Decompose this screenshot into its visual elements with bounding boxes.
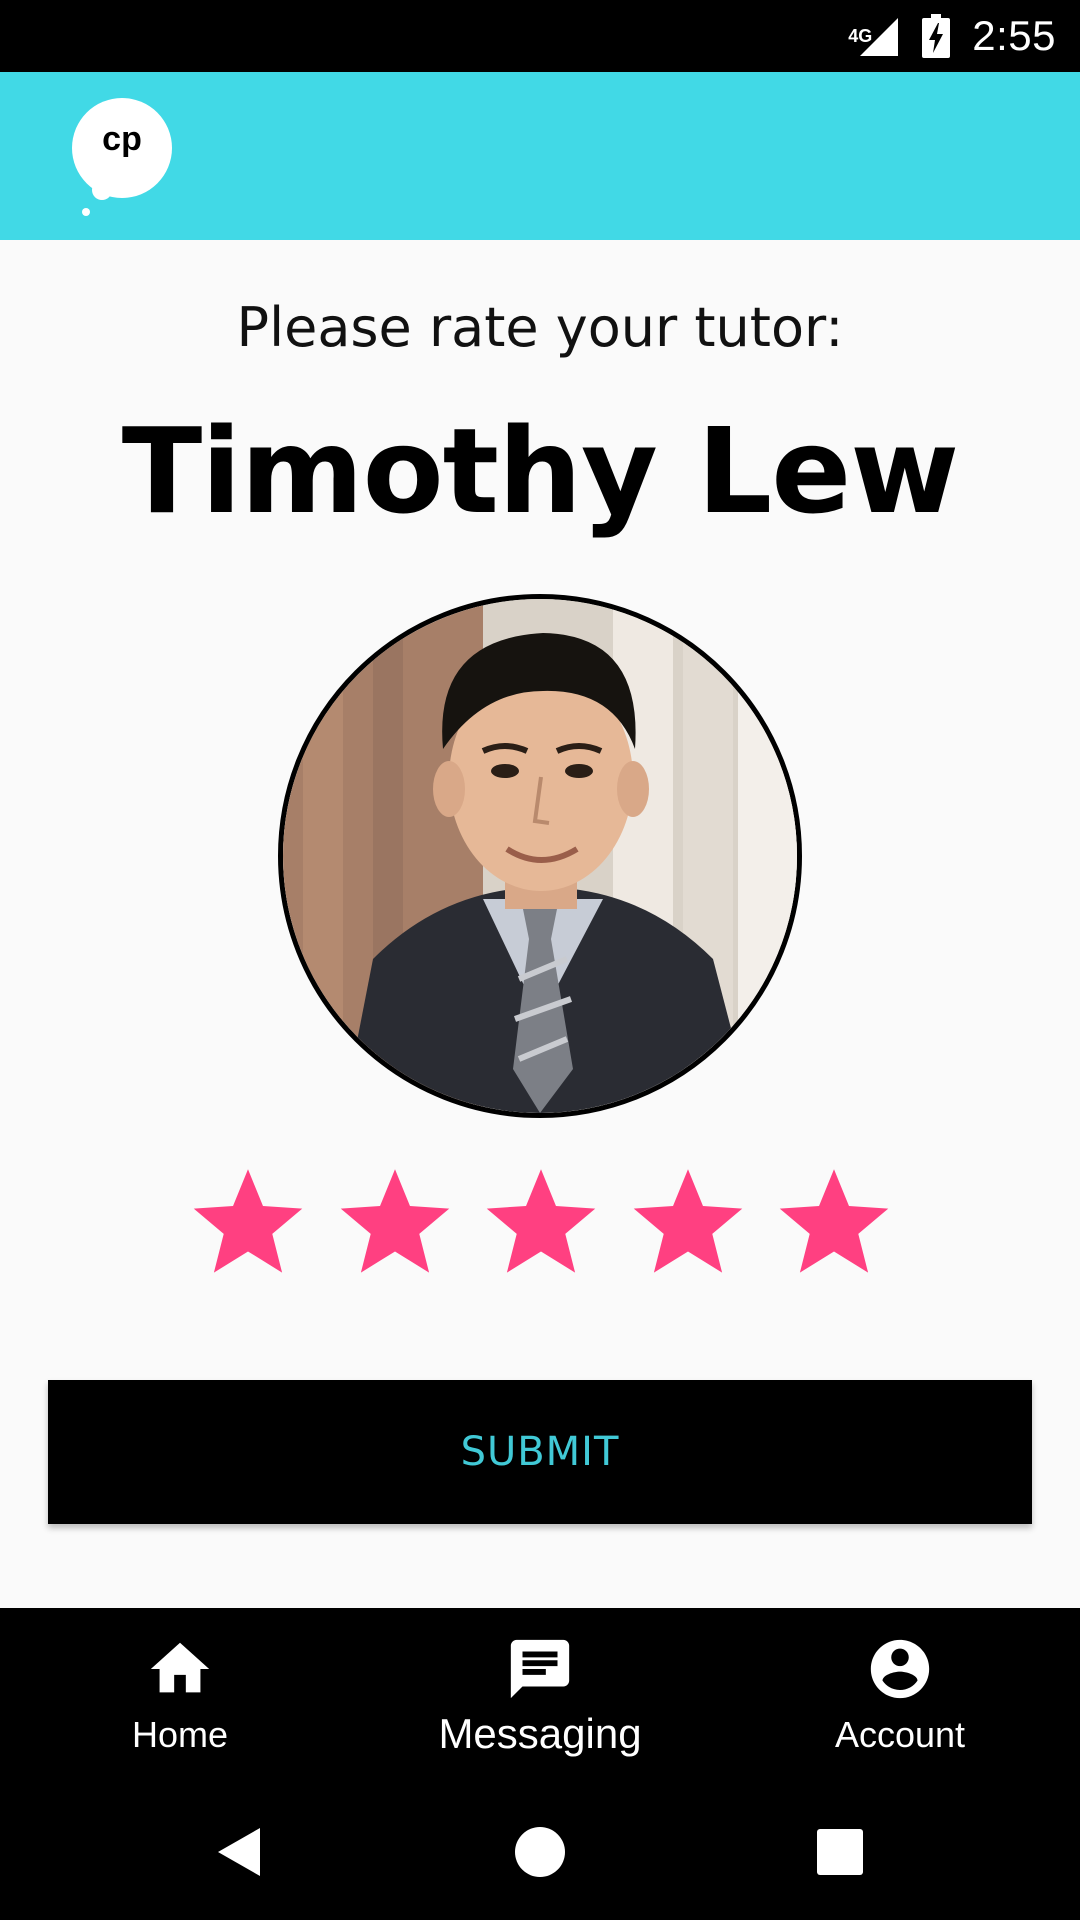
nav-messaging-label: Messaging (438, 1710, 642, 1757)
rating-prompt: Please rate your tutor: (236, 296, 844, 359)
tutor-avatar (278, 594, 802, 1118)
submit-button[interactable]: SUBMIT (48, 1380, 1032, 1524)
home-icon (150, 1642, 210, 1693)
signal-icon: 4G (848, 14, 900, 58)
status-bar: 4G 2:55 (0, 0, 1080, 72)
status-icons: 4G 2:55 (848, 0, 1056, 72)
logo-text: cp (102, 120, 142, 158)
star-icon[interactable] (626, 1160, 750, 1284)
star-icon[interactable] (333, 1160, 457, 1284)
message-icon (510, 1639, 570, 1699)
home-circle-icon[interactable] (500, 1812, 580, 1892)
back-icon[interactable] (200, 1812, 280, 1892)
star-icon[interactable] (479, 1160, 603, 1284)
network-type: 4G (848, 26, 873, 46)
recents-icon[interactable] (800, 1812, 880, 1892)
system-navigation-bar (0, 1778, 1080, 1920)
app-bar: cp (0, 72, 1080, 240)
nav-account[interactable]: Account (720, 1608, 1080, 1778)
account-circle-icon (870, 1639, 930, 1699)
bottom-navigation: Home Messaging Account (0, 1608, 1080, 1778)
star-icon[interactable] (772, 1160, 896, 1284)
rate-tutor-screen: 4G 2:55 cp Please rate your tutor: Timot… (0, 0, 1080, 1920)
nav-home-label: Home (131, 1714, 229, 1755)
nav-account-label: Account (834, 1714, 966, 1755)
speech-bubble-logo-icon[interactable]: cp (72, 98, 176, 220)
nav-home[interactable]: Home (0, 1608, 360, 1778)
star-rating (186, 1160, 896, 1284)
battery-charging-icon (922, 14, 951, 58)
nav-messaging[interactable]: Messaging (360, 1608, 720, 1778)
tutor-name: Timothy Lew (121, 402, 960, 540)
clock: 2:55 (972, 12, 1056, 59)
star-icon[interactable] (186, 1160, 310, 1284)
